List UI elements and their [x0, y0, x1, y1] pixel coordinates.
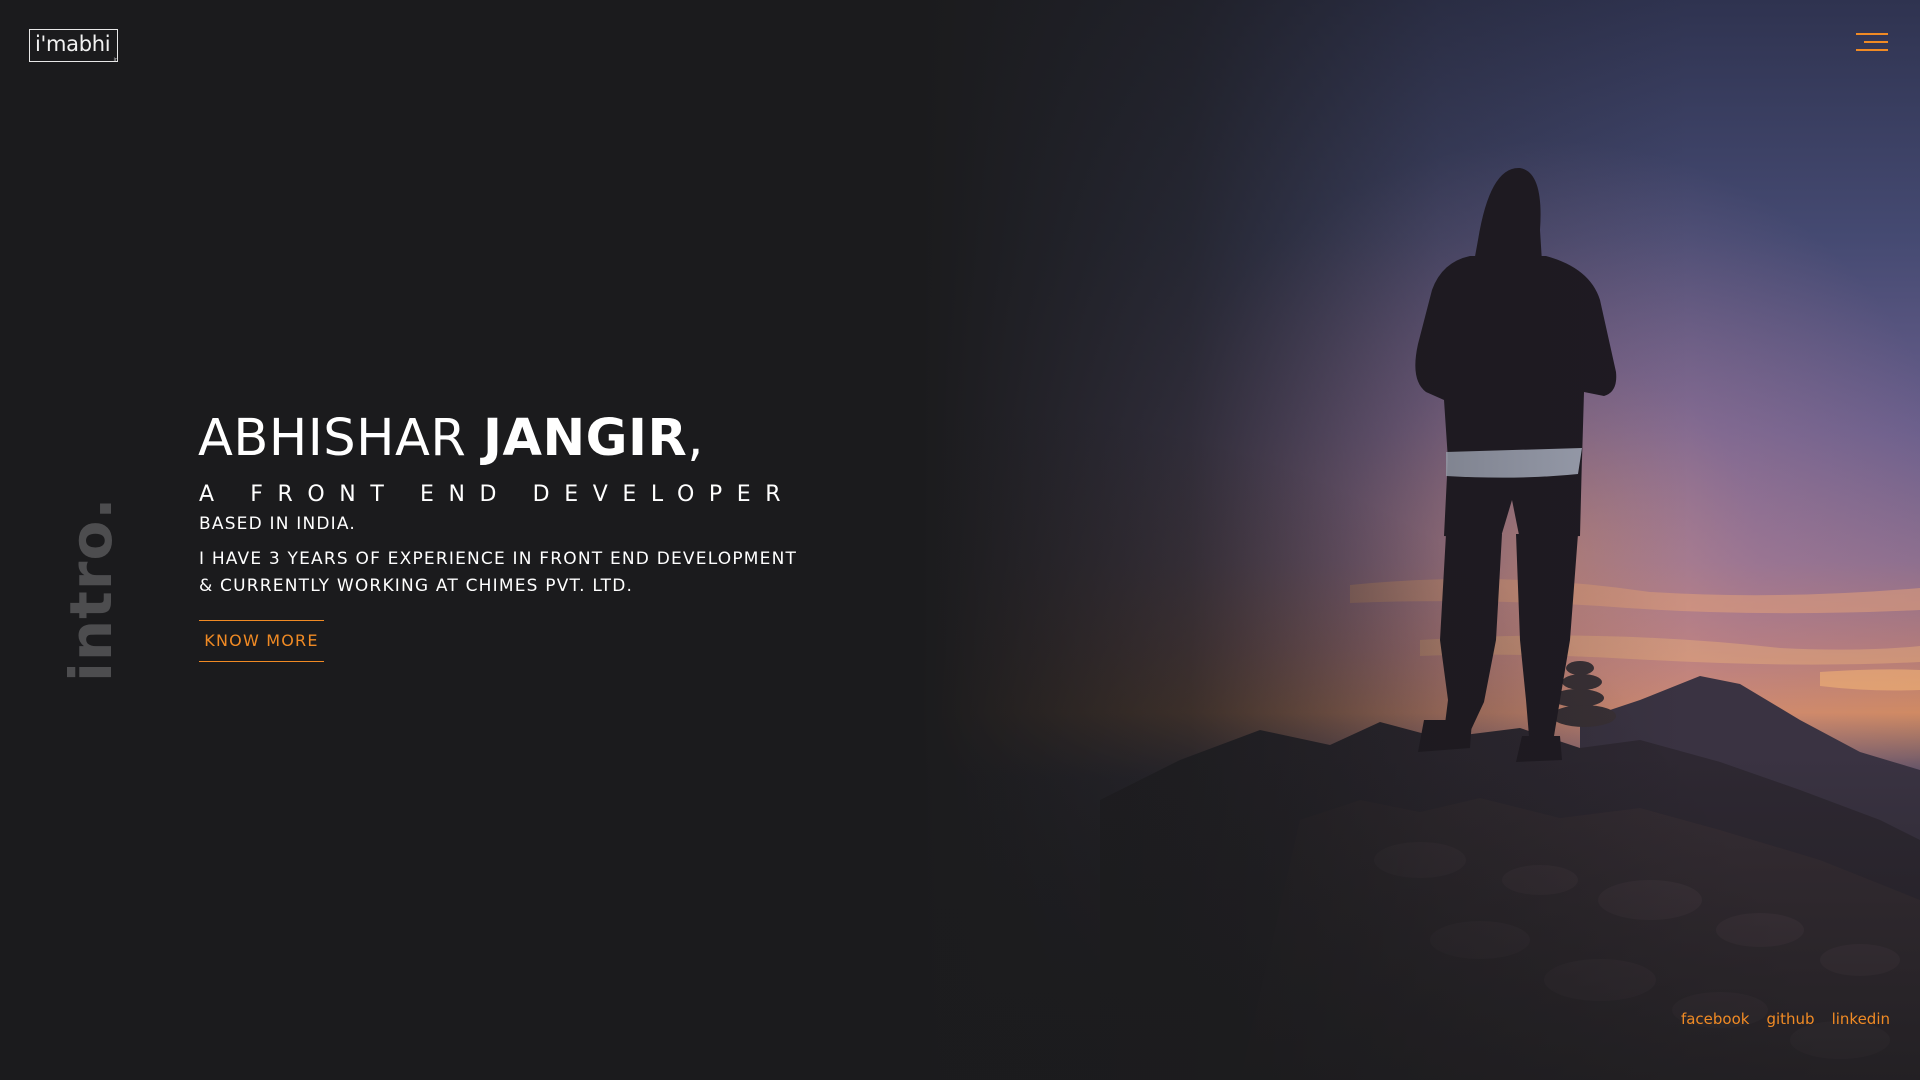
hero-photo: [0, 0, 1920, 1080]
menu-line-top: [1856, 33, 1888, 35]
hero-location: BASED IN INDIA.: [199, 514, 357, 534]
hamburger-menu-icon[interactable]: [1852, 29, 1888, 55]
github-link[interactable]: github: [1766, 1010, 1814, 1028]
know-more-button[interactable]: KNOW MORE: [199, 620, 324, 662]
logo-text: i'mabhi: [35, 32, 111, 56]
hero-bio-line: & CURRENTLY WORKING AT CHIMES PVT. LTD.: [199, 576, 634, 596]
hero-name: ABHISHAR JANGIR,: [198, 404, 704, 474]
linkedin-link[interactable]: linkedin: [1832, 1010, 1890, 1028]
hero-role: A FRONT END DEVELOPER: [199, 482, 796, 507]
section-label: intro.: [57, 496, 125, 682]
site-logo[interactable]: i'mabhi in: [29, 29, 118, 63]
name-punct: ,: [687, 409, 704, 468]
name-last: JANGIR: [483, 409, 688, 468]
logo-suffix: in: [113, 57, 118, 63]
menu-line-bottom: [1856, 49, 1888, 51]
social-links: facebook github linkedin: [1660, 1008, 1890, 1030]
menu-line-middle: [1864, 41, 1888, 43]
name-first: ABHISHAR: [198, 409, 484, 468]
facebook-link[interactable]: facebook: [1681, 1010, 1750, 1028]
hero-bio: I HAVE 3 YEARS OF EXPERIENCE IN FRONT EN…: [199, 546, 797, 600]
hero-bio-line: I HAVE 3 YEARS OF EXPERIENCE IN FRONT EN…: [199, 549, 798, 569]
intro-page: i'mabhi in intro. ABHISHAR JANGIR, A FRO…: [0, 0, 1920, 1080]
